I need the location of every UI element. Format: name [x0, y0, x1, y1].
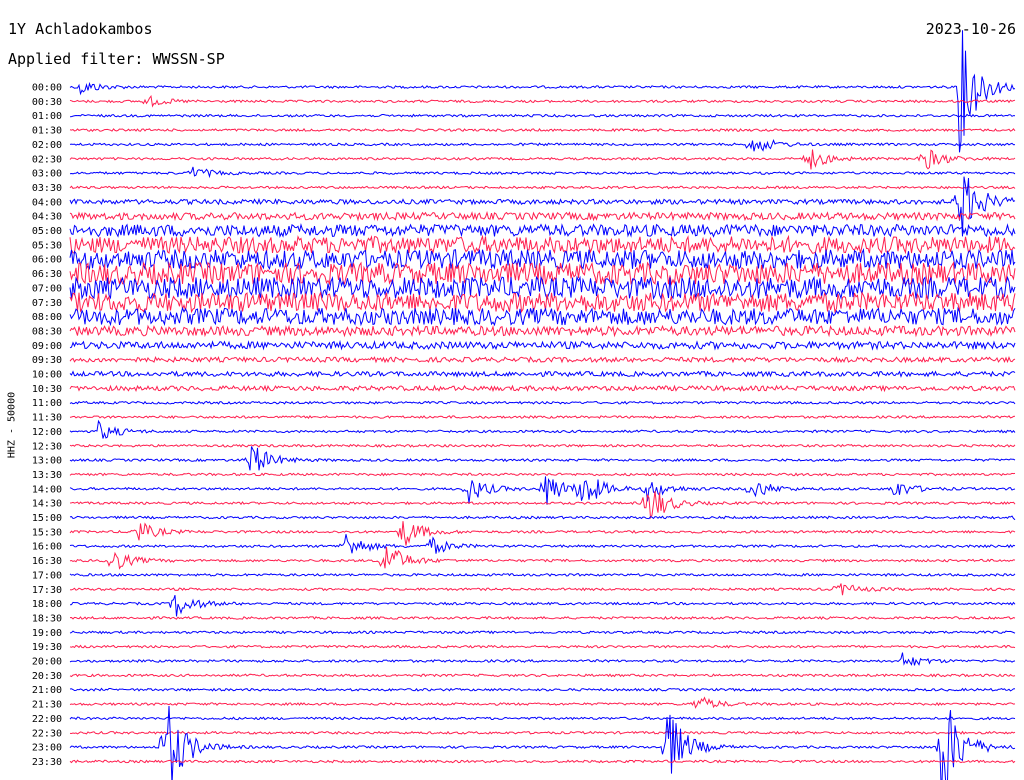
trace-line — [69, 149, 1016, 170]
trace-line — [69, 400, 1016, 405]
time-tick-label: 14:30 — [32, 499, 62, 510]
trace-line — [69, 306, 1016, 327]
trace-line — [69, 673, 1016, 678]
trace-line — [69, 210, 1016, 222]
trace-line — [69, 630, 1016, 635]
trace-line — [69, 490, 1016, 520]
time-tick-label: 13:30 — [32, 470, 62, 481]
time-tick-label: 07:30 — [32, 298, 62, 309]
trace-line — [69, 521, 1016, 546]
trace-line — [69, 546, 1016, 570]
trace-line — [69, 476, 1016, 505]
time-tick-label: 04:00 — [32, 197, 62, 208]
time-tick-label: 19:00 — [32, 628, 62, 639]
trace-line — [69, 370, 1016, 378]
time-tick-label: 21:00 — [32, 685, 62, 696]
time-tick-label: 22:00 — [32, 714, 62, 725]
trace-line — [69, 572, 1016, 577]
trace-line — [69, 615, 1016, 621]
trace-line — [69, 705, 1016, 780]
time-tick-label: 05:30 — [32, 240, 62, 251]
trace-line — [69, 652, 1016, 666]
time-tick-label: 03:00 — [32, 169, 62, 180]
time-tick-label: 02:00 — [32, 140, 62, 151]
trace-line — [69, 716, 1016, 721]
trace-line — [69, 185, 1016, 190]
time-tick-label: 11:30 — [32, 413, 62, 424]
trace-line — [69, 534, 1016, 554]
time-tick-label: 23:30 — [32, 757, 62, 768]
time-tick-label: 06:00 — [32, 255, 62, 266]
trace-line — [69, 759, 1016, 764]
time-tick-label: 12:00 — [32, 427, 62, 438]
trace-line — [69, 30, 1016, 153]
trace-line — [69, 415, 1016, 420]
time-tick-label: 14:00 — [32, 484, 62, 495]
trace-line — [69, 583, 1016, 596]
time-tick-label: 17:00 — [32, 570, 62, 581]
time-tick-label: 04:30 — [32, 212, 62, 223]
time-tick-label: 20:00 — [32, 657, 62, 668]
time-tick-label: 09:30 — [32, 355, 62, 366]
time-tick-label: 17:30 — [32, 585, 62, 596]
trace-line — [69, 128, 1016, 133]
trace-line — [69, 384, 1016, 393]
trace-line — [69, 324, 1016, 338]
time-tick-label: 03:30 — [32, 183, 62, 194]
time-tick-label: 10:30 — [32, 384, 62, 395]
trace-line — [69, 687, 1016, 692]
time-tick-label: 00:30 — [32, 97, 62, 108]
time-tick-label: 02:30 — [32, 154, 62, 165]
time-tick-label: 07:00 — [32, 283, 62, 294]
trace-line — [69, 291, 1016, 314]
time-tick-label: 22:30 — [32, 728, 62, 739]
time-tick-label: 15:30 — [32, 527, 62, 538]
time-tick-label: 08:30 — [32, 326, 62, 337]
time-tick-label: 00:00 — [32, 83, 62, 94]
time-tick-label: 10:00 — [32, 370, 62, 381]
time-tick-label: 18:30 — [32, 613, 62, 624]
trace-line — [69, 222, 1016, 238]
trace-line — [69, 247, 1016, 271]
trace-line — [69, 515, 1016, 521]
time-tick-label: 19:30 — [32, 642, 62, 653]
time-tick-label: 23:00 — [32, 743, 62, 754]
trace-line — [69, 644, 1016, 649]
trace-line — [69, 139, 1016, 152]
time-tick-label: 06:30 — [32, 269, 62, 280]
time-tick-label: 20:30 — [32, 671, 62, 682]
trace-line — [69, 419, 1016, 439]
time-tick-label: 21:30 — [32, 700, 62, 711]
trace-line — [69, 355, 1016, 364]
seismogram-plot: 00:00 00:30 01:00 01:30 02:00 02:30 03:00 03:30… — [32, 30, 1016, 780]
time-tick-label: 16:30 — [32, 556, 62, 567]
time-tick-label: 18:00 — [32, 599, 62, 610]
trace-line — [69, 446, 1016, 471]
trace-line — [69, 94, 1016, 108]
trace-line — [69, 730, 1016, 735]
trace-line — [69, 594, 1016, 617]
time-tick-label: 01:00 — [32, 111, 62, 122]
time-tick-label: 01:30 — [32, 126, 62, 137]
trace-line — [69, 166, 1016, 179]
trace-line — [69, 696, 1016, 709]
trace-line — [69, 234, 1016, 255]
time-tick-label: 16:00 — [32, 542, 62, 553]
trace-line — [69, 472, 1016, 477]
time-tick-label: 05:00 — [32, 226, 62, 237]
time-tick-label: 12:30 — [32, 441, 62, 452]
trace-line — [69, 339, 1016, 351]
time-tick-label: 11:00 — [32, 398, 62, 409]
trace-line — [69, 113, 1016, 118]
time-tick-label: 08:00 — [32, 312, 62, 323]
time-tick-label: 13:00 — [32, 456, 62, 467]
time-tick-label: 09:00 — [32, 341, 62, 352]
trace-line — [69, 443, 1016, 448]
time-tick-label: 15:00 — [32, 513, 62, 524]
